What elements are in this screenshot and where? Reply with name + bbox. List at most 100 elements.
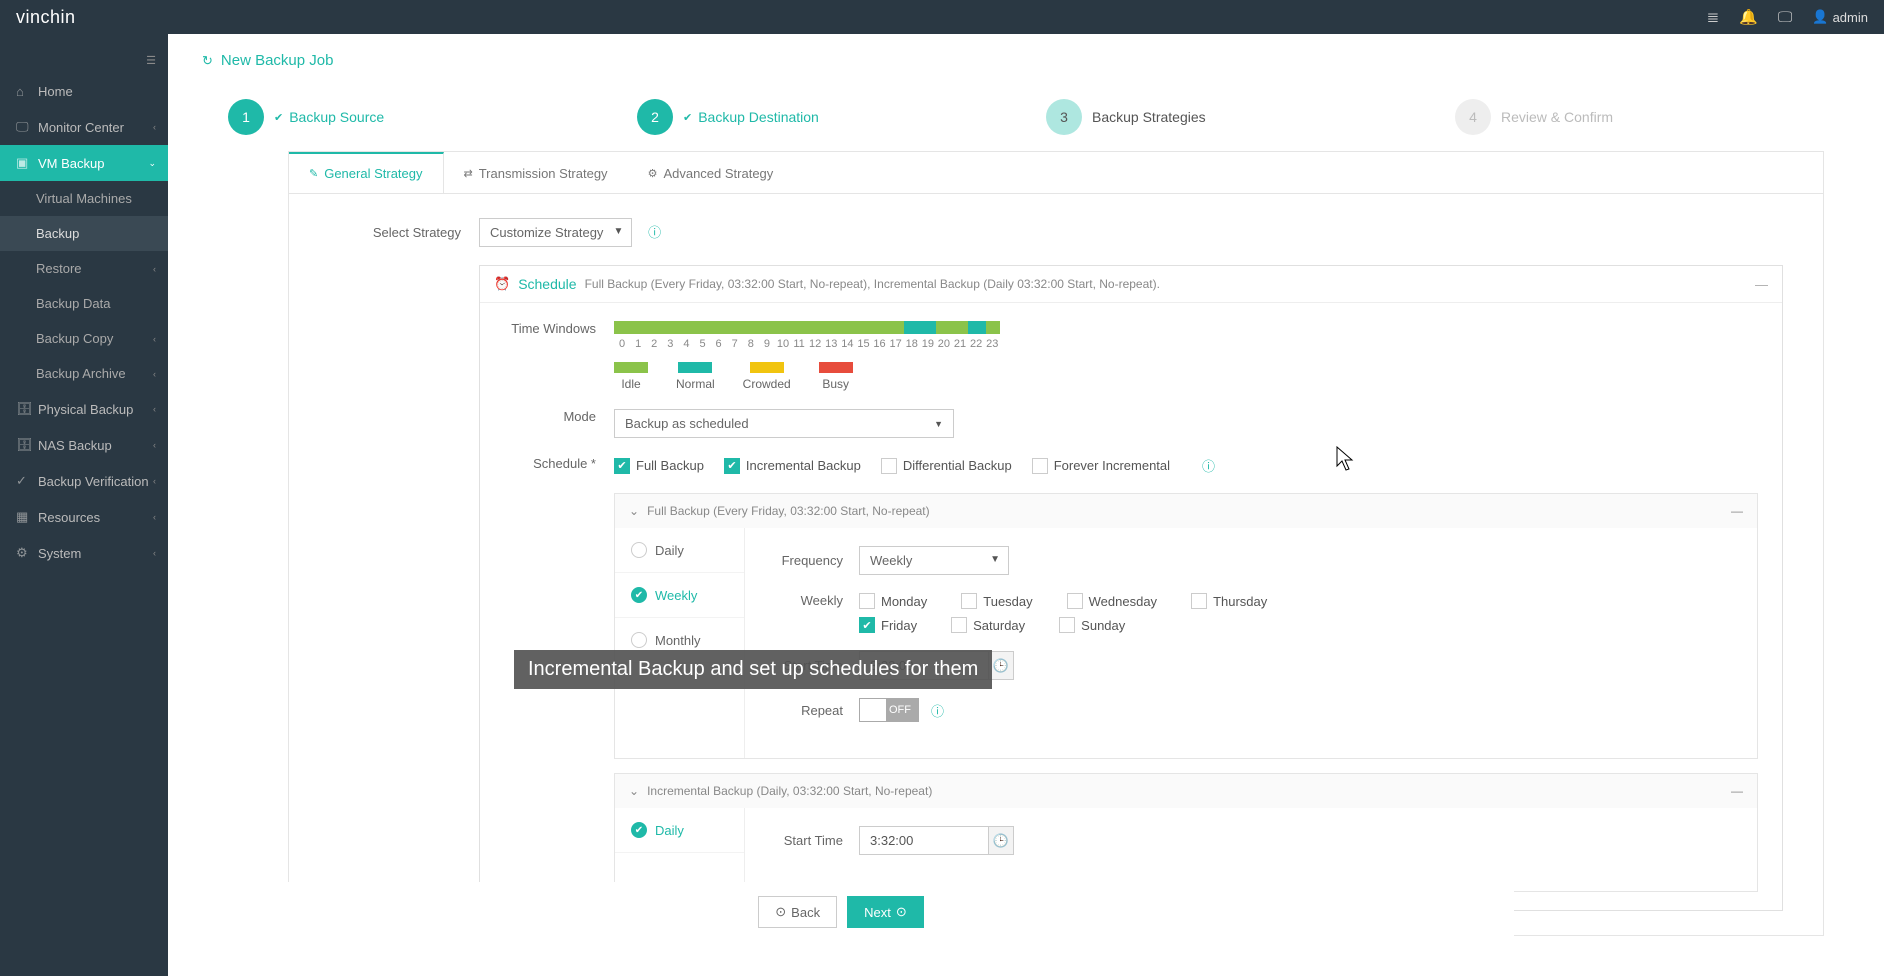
select-strategy[interactable]: Customize Strategy bbox=[479, 218, 632, 247]
step-4[interactable]: 4 Review & Confirm bbox=[1455, 99, 1844, 135]
check-icon: ✔ bbox=[274, 111, 283, 124]
sidebar-item-backup[interactable]: Backup bbox=[0, 216, 168, 251]
cb-incremental[interactable]: ✔Incremental Backup bbox=[724, 456, 861, 475]
cb-label: Forever Incremental bbox=[1054, 458, 1170, 473]
cb-label: Thursday bbox=[1213, 594, 1267, 609]
day-sun[interactable]: Sunday bbox=[1059, 617, 1125, 633]
legend-busy-color bbox=[819, 362, 853, 373]
inc-freq-daily[interactable]: ✔Daily bbox=[615, 808, 744, 853]
info-icon[interactable]: ⓘ bbox=[1202, 456, 1215, 475]
step-1[interactable]: 1 ✔ Backup Source bbox=[228, 99, 617, 135]
full-backup-header[interactable]: ⌄ Full Backup (Every Friday, 03:32:00 St… bbox=[615, 494, 1757, 528]
time-windows-label: Time Windows bbox=[504, 321, 614, 336]
sidebar-item-monitor[interactable]: 🖵Monitor Center‹ bbox=[0, 109, 168, 145]
sidebar-label: Physical Backup bbox=[38, 402, 133, 417]
sidebar-item-restore[interactable]: Restore‹ bbox=[0, 251, 168, 286]
day-tue[interactable]: Tuesday bbox=[961, 593, 1032, 609]
tab-label: General Strategy bbox=[324, 166, 422, 181]
sidebar-item-backupdata[interactable]: Backup Data bbox=[0, 286, 168, 321]
schedule-desc: Full Backup (Every Friday, 03:32:00 Star… bbox=[585, 277, 1160, 291]
sidebar-item-nas[interactable]: 🗄NAS Backup‹ bbox=[0, 427, 168, 463]
cb-label: Wednesday bbox=[1089, 594, 1157, 609]
sidebar-label: Backup Copy bbox=[36, 331, 113, 346]
bell-icon[interactable]: 🔔 bbox=[1739, 8, 1758, 26]
sidebar: ☰ ⌂Home 🖵Monitor Center‹ ▣VM Backup⌄ Vir… bbox=[0, 34, 168, 976]
sidebar-item-verification[interactable]: ✓Backup Verification‹ bbox=[0, 463, 168, 499]
clock-button[interactable]: 🕒 bbox=[988, 826, 1014, 855]
sidebar-label: Backup bbox=[36, 226, 79, 241]
sidebar-item-backuparchive[interactable]: Backup Archive‹ bbox=[0, 356, 168, 391]
list-icon[interactable]: ≣ bbox=[1707, 8, 1720, 26]
logo-prefix: vin bbox=[16, 7, 41, 28]
step-label: Review & Confirm bbox=[1501, 109, 1613, 125]
day-mon[interactable]: Monday bbox=[859, 593, 927, 609]
user-label: admin bbox=[1833, 10, 1868, 25]
sidebar-item-physical[interactable]: 🗄Physical Backup‹ bbox=[0, 391, 168, 427]
cb-differential[interactable]: Differential Backup bbox=[881, 456, 1012, 475]
repeat-toggle[interactable]: OFF bbox=[859, 698, 919, 722]
sidebar-item-vm[interactable]: Virtual Machines bbox=[0, 181, 168, 216]
freq-daily[interactable]: Daily bbox=[615, 528, 744, 573]
step-2[interactable]: 2 ✔ Backup Destination bbox=[637, 99, 1026, 135]
chevron-down-icon: ⌄ bbox=[629, 504, 639, 518]
legend-idle-color bbox=[614, 362, 648, 373]
freq-label: Monthly bbox=[655, 633, 701, 648]
repeat-label: Repeat bbox=[769, 703, 859, 718]
collapse-icon[interactable]: — bbox=[1731, 504, 1743, 518]
day-wed[interactable]: Wednesday bbox=[1067, 593, 1157, 609]
mode-select[interactable]: Backup as scheduled bbox=[614, 409, 954, 438]
logo-suffix: chin bbox=[41, 7, 76, 28]
tab-advanced[interactable]: ⚙Advanced Strategy bbox=[628, 152, 794, 193]
sidebar-item-system[interactable]: ⚙System‹ bbox=[0, 535, 168, 571]
cb-label: Monday bbox=[881, 594, 927, 609]
clock-icon: ⏰ bbox=[494, 276, 510, 292]
reload-icon[interactable]: ↻ bbox=[202, 53, 213, 69]
incremental-header[interactable]: ⌄ Incremental Backup (Daily, 03:32:00 St… bbox=[615, 774, 1757, 808]
tab-general[interactable]: ✎ General Strategy bbox=[289, 152, 444, 193]
sidebar-label: Monitor Center bbox=[38, 120, 124, 135]
arrow-right-icon: ⊙ bbox=[896, 904, 907, 920]
collapse-icon[interactable]: — bbox=[1755, 277, 1768, 292]
day-sat[interactable]: Saturday bbox=[951, 617, 1025, 633]
legend-crowded-color bbox=[750, 362, 784, 373]
gear-icon: ⚙ bbox=[648, 167, 658, 180]
full-section-label: Full Backup (Every Friday, 03:32:00 Star… bbox=[647, 504, 930, 518]
swap-icon: ⇄ bbox=[464, 167, 473, 180]
check-icon: ✔ bbox=[683, 111, 692, 124]
inc-start-time-input[interactable]: 3:32:00 bbox=[859, 826, 989, 855]
cb-forever[interactable]: Forever Incremental bbox=[1032, 456, 1170, 475]
user-menu[interactable]: 👤 admin bbox=[1812, 9, 1868, 25]
tab-transmission[interactable]: ⇄ Transmission Strategy bbox=[444, 152, 628, 193]
time-windows-hours: 01234567891011121314151617181920212223 bbox=[614, 338, 1000, 350]
sidebar-label: Home bbox=[38, 84, 73, 99]
cb-full[interactable]: ✔Full Backup bbox=[614, 456, 704, 475]
monitor-icon[interactable]: 🖵 bbox=[1778, 9, 1792, 26]
pencil-icon: ✎ bbox=[309, 167, 318, 180]
info-icon[interactable]: ⓘ bbox=[648, 225, 661, 240]
step-number: 3 bbox=[1046, 99, 1082, 135]
sidebar-toggle-icon[interactable]: ☰ bbox=[146, 54, 156, 67]
freq-label: Daily bbox=[655, 543, 684, 558]
day-fri[interactable]: ✔Friday bbox=[859, 617, 917, 633]
info-icon[interactable]: ⓘ bbox=[931, 701, 944, 720]
stepper: 1 ✔ Backup Source 2 ✔ Backup Destination… bbox=[188, 77, 1884, 135]
schedule-label: Schedule * bbox=[504, 456, 614, 471]
day-thu[interactable]: Thursday bbox=[1191, 593, 1267, 609]
frequency-select[interactable]: Weekly bbox=[859, 546, 1009, 575]
collapse-icon[interactable]: — bbox=[1731, 784, 1743, 798]
step-label: Backup Destination bbox=[698, 109, 819, 125]
sidebar-item-resources[interactable]: ▦Resources‹ bbox=[0, 499, 168, 535]
cb-label: Incremental Backup bbox=[746, 458, 861, 473]
sidebar-label: Virtual Machines bbox=[36, 191, 132, 206]
legend-busy: Busy bbox=[822, 377, 849, 391]
tab-label: Transmission Strategy bbox=[479, 166, 608, 181]
freq-weekly[interactable]: ✔Weekly bbox=[615, 573, 744, 618]
cb-label: Differential Backup bbox=[903, 458, 1012, 473]
sidebar-item-backupcopy[interactable]: Backup Copy‹ bbox=[0, 321, 168, 356]
next-button[interactable]: Next⊙ bbox=[847, 896, 924, 928]
back-button[interactable]: ⊙Back bbox=[758, 896, 837, 928]
sidebar-item-home[interactable]: ⌂Home bbox=[0, 74, 168, 109]
step-3[interactable]: 3 Backup Strategies bbox=[1046, 99, 1435, 135]
sidebar-item-vmbackup[interactable]: ▣VM Backup⌄ bbox=[0, 145, 168, 181]
legend-crowded: Crowded bbox=[743, 377, 791, 391]
